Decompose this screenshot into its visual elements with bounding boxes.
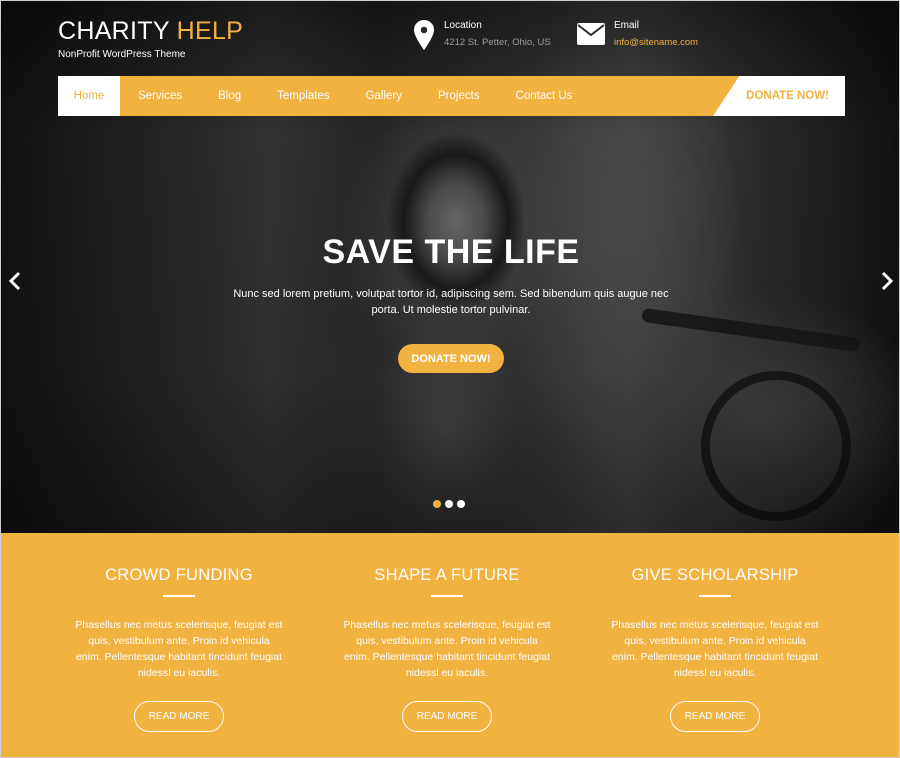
feature-text: Phasellus nec metus scelerisque, feugiat… <box>343 619 551 679</box>
features-section: CROWD FUNDING Phasellus nec metus sceler… <box>1 533 899 757</box>
site-brand[interactable]: CHARITY HELP NonProfit WordPress Theme <box>58 17 243 60</box>
envelope-icon <box>577 23 605 45</box>
slider-dot-3[interactable] <box>457 500 465 508</box>
feature-title: SHAPE A FUTURE <box>374 566 520 584</box>
hero-slider: CHARITY HELP NonProfit WordPress Theme L… <box>1 1 899 533</box>
slider-next-arrow-icon[interactable] <box>879 271 895 291</box>
feature-divider <box>163 595 195 597</box>
hero-description: Nunc sed lorem pretium, volutpat tortor … <box>233 288 669 316</box>
nav-item-projects[interactable]: Projects <box>420 76 498 116</box>
nav-item-services[interactable]: Services <box>120 76 200 116</box>
nav-donate-button[interactable]: DONATE NOW! <box>713 76 845 116</box>
feature-text: Phasellus nec metus scelerisque, feugiat… <box>75 619 283 679</box>
location-label: Location <box>444 20 482 31</box>
slider-dot-1[interactable] <box>433 500 441 508</box>
read-more-button[interactable]: READ MORE <box>402 701 492 732</box>
hero-donate-button[interactable]: DONATE NOW! <box>398 344 504 373</box>
site-tagline: NonProfit WordPress Theme <box>58 49 186 60</box>
hero-title: SAVE THE LIFE <box>322 233 580 271</box>
email-link[interactable]: info@sitename.com <box>614 37 698 48</box>
email-label: Email <box>614 20 640 31</box>
location-info: Location 4212 St. Petter, Ohio, US <box>414 20 551 50</box>
site-title-main: CHARITY <box>58 17 170 45</box>
slider-prev-arrow-icon[interactable] <box>7 271 23 291</box>
feature-divider <box>699 595 731 597</box>
feature-text: Phasellus nec metus scelerisque, feugiat… <box>611 619 819 679</box>
map-pin-icon <box>414 20 434 50</box>
feature-give-scholarship: GIVE SCHOLARSHIP Phasellus nec metus sce… <box>581 533 849 732</box>
site-title-accent: HELP <box>176 17 244 45</box>
feature-shape-a-future: SHAPE A FUTURE Phasellus nec metus scele… <box>313 533 581 732</box>
nav-item-gallery[interactable]: Gallery <box>348 76 420 116</box>
feature-title: CROWD FUNDING <box>105 566 253 584</box>
email-info: Email info@sitename.com <box>577 20 698 48</box>
page: CHARITY HELP NonProfit WordPress Theme L… <box>0 0 900 758</box>
feature-title: GIVE SCHOLARSHIP <box>631 566 799 584</box>
read-more-button[interactable]: READ MORE <box>670 701 760 732</box>
location-value: 4212 St. Petter, Ohio, US <box>444 37 551 48</box>
slider-dot-2[interactable] <box>445 500 453 508</box>
nav-item-contact-us[interactable]: Contact Us <box>498 76 591 116</box>
slider-pagination <box>433 500 465 508</box>
site-title[interactable]: CHARITY HELP <box>58 17 243 46</box>
read-more-button[interactable]: READ MORE <box>134 701 224 732</box>
nav-item-home[interactable]: Home <box>58 76 120 116</box>
feature-divider <box>431 595 463 597</box>
feature-crowd-funding: CROWD FUNDING Phasellus nec metus sceler… <box>45 533 313 732</box>
main-navigation: Home Services Blog Templates Gallery Pro… <box>58 76 845 116</box>
nav-item-templates[interactable]: Templates <box>259 76 347 116</box>
nav-item-blog[interactable]: Blog <box>200 76 259 116</box>
